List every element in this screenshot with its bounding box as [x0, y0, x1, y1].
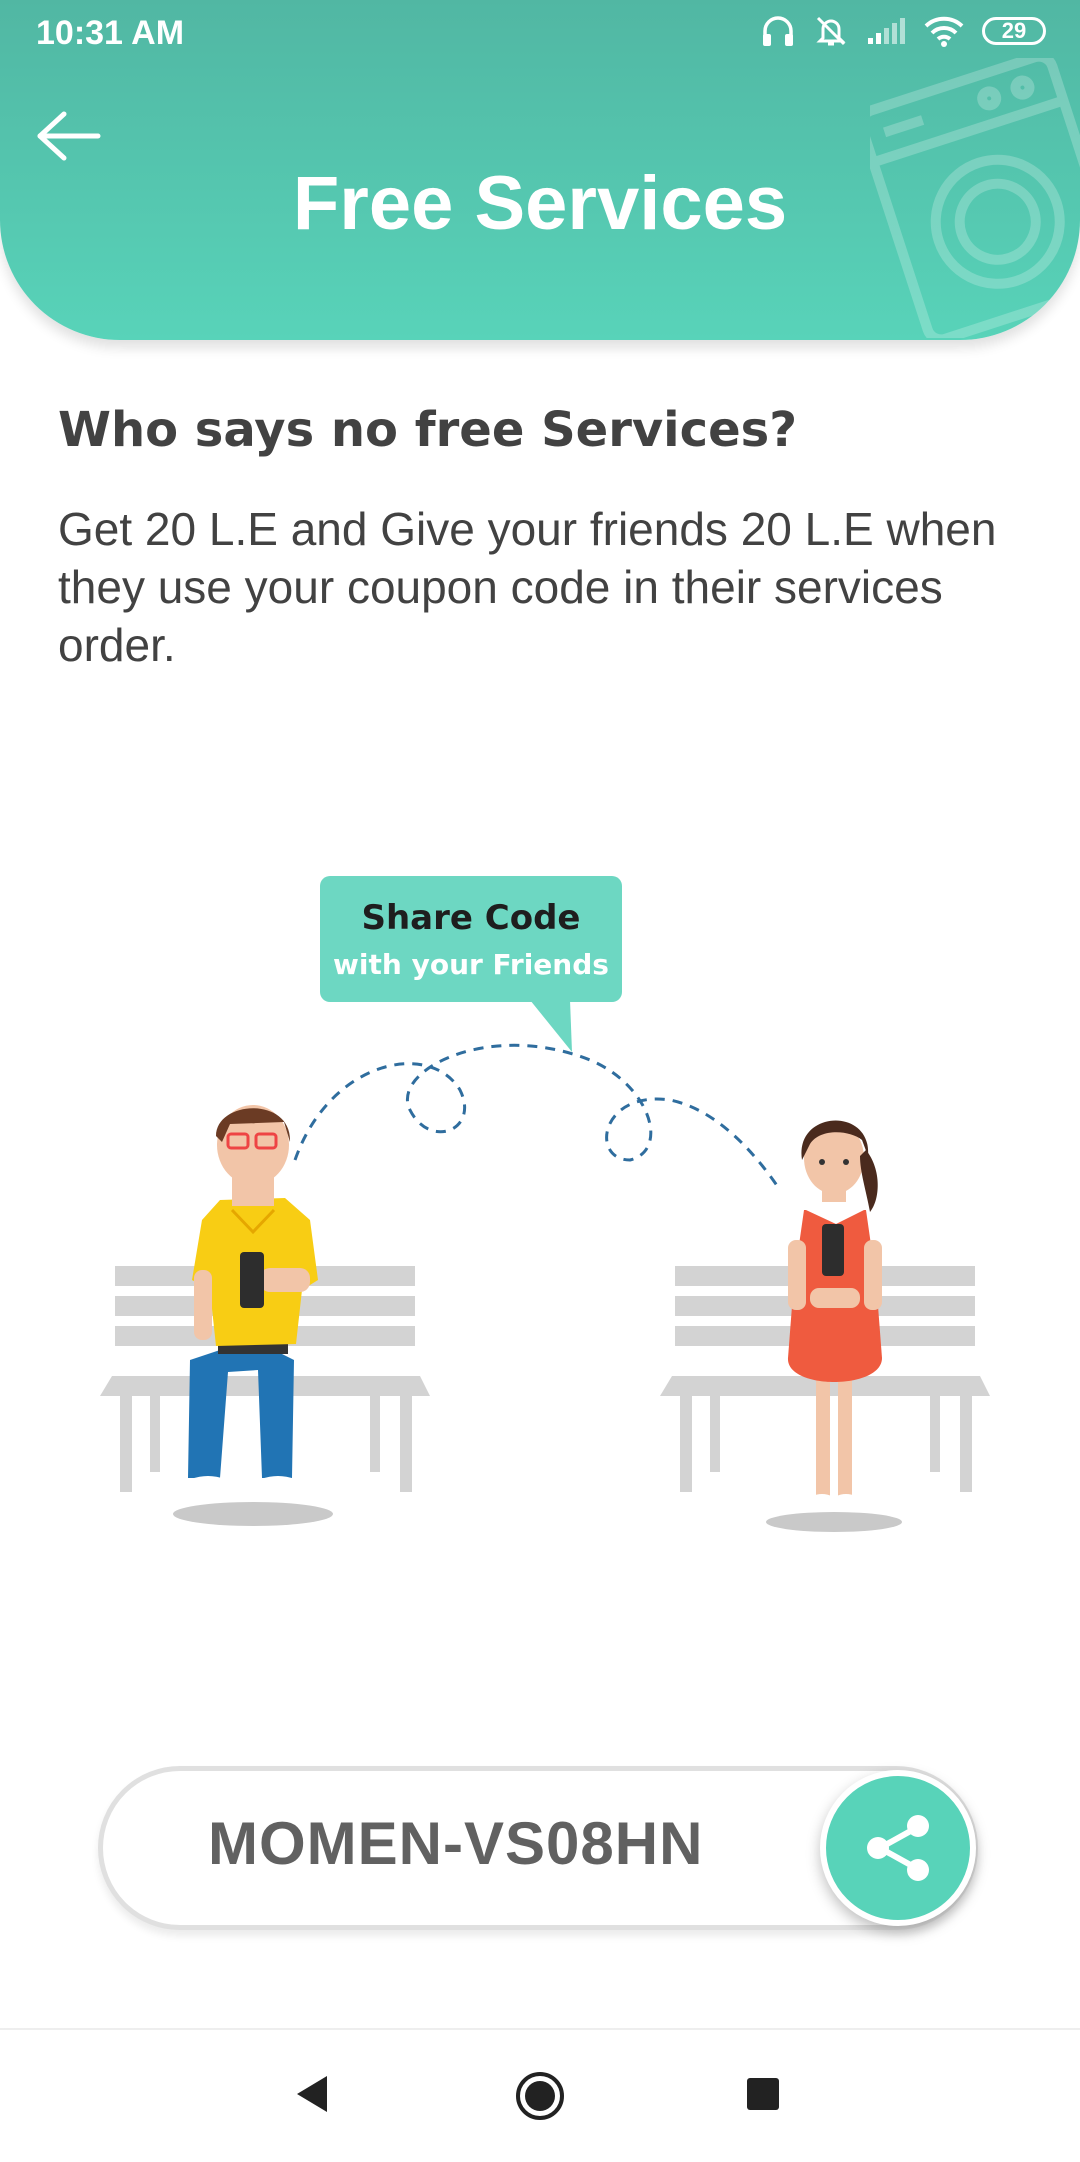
dashed-connection-path	[293, 1043, 782, 1191]
coupon-code: MOMEN-VS08HN	[208, 1810, 704, 1877]
nav-recents-icon	[747, 2078, 779, 2110]
page-title: Free Services	[292, 161, 788, 246]
nav-back-button[interactable]	[293, 2072, 333, 2121]
wifi-icon	[924, 16, 964, 47]
headphones-icon	[763, 16, 793, 46]
nav-home-icon	[516, 2072, 564, 2120]
system-nav-bar	[0, 2028, 1080, 2162]
share-code-illustration: Share Code with your Friends	[100, 876, 990, 1532]
back-button[interactable]	[34, 108, 104, 164]
bubble-line-2: with your Friends	[333, 948, 609, 981]
share-icon	[867, 1815, 929, 1881]
nav-recents-button[interactable]	[745, 2076, 781, 2117]
status-icons: 29	[760, 14, 1046, 48]
bubble-line-1: Share Code	[361, 898, 580, 938]
speech-bubble: Share Code with your Friends	[320, 876, 622, 1052]
status-time: 10:31 AM	[36, 14, 185, 52]
share-button[interactable]	[820, 1770, 976, 1926]
nav-home-button[interactable]	[514, 2070, 566, 2127]
arrow-left-icon	[37, 111, 101, 161]
status-bar: 10:31 AM 29	[0, 0, 1080, 66]
signal-icon	[868, 18, 905, 44]
battery-icon: 29	[982, 17, 1046, 45]
nav-back-icon	[297, 2076, 327, 2112]
app-header: 10:31 AM 29 Free Services	[0, 0, 1080, 340]
section-heading: Who says no free Services?	[58, 402, 798, 458]
bell-off-icon	[816, 16, 846, 46]
battery-level: 29	[1001, 18, 1027, 43]
section-description: Get 20 L.E and Give your friends 20 L.E …	[58, 503, 997, 671]
